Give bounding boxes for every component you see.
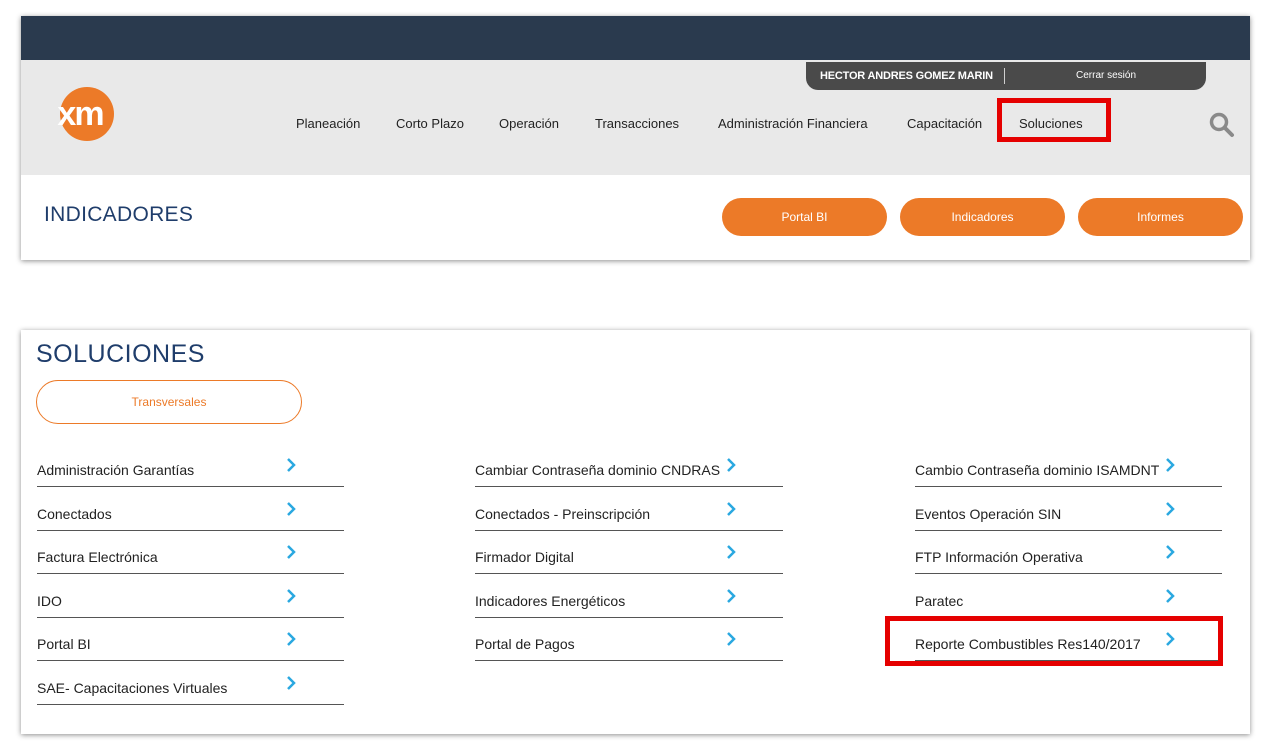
chevron-right-icon xyxy=(287,676,296,690)
user-name: HECTOR ANDRES GOMEZ MARIN xyxy=(820,70,993,82)
nav-operacion[interactable]: Operación xyxy=(499,116,559,131)
xm-logo[interactable]: xm xyxy=(43,87,117,141)
logo-text: xm xyxy=(57,95,103,133)
list-item-label: SAE- Capacitaciones Virtuales xyxy=(37,680,228,696)
list-item[interactable]: IDO xyxy=(37,588,344,618)
transversales-filter-button[interactable]: Transversales xyxy=(36,380,302,424)
list-item[interactable]: Administración Garantías xyxy=(37,457,344,487)
list-item-label: Conectados xyxy=(37,506,112,522)
search-icon[interactable] xyxy=(1208,111,1236,139)
chevron-right-icon xyxy=(727,589,736,603)
chevron-right-icon xyxy=(287,458,296,472)
chevron-right-icon xyxy=(287,589,296,603)
list-item-label: Cambiar Contraseña dominio CNDRAS xyxy=(475,462,721,478)
chevron-right-icon xyxy=(727,545,736,559)
chevron-right-icon xyxy=(1166,589,1175,603)
chevron-right-icon xyxy=(1166,545,1175,559)
list-item-label: Factura Electrónica xyxy=(37,549,158,565)
nav-capacitacion[interactable]: Capacitación xyxy=(907,116,982,131)
indicadores-button[interactable]: Indicadores xyxy=(900,198,1065,236)
chevron-right-icon xyxy=(1166,458,1175,472)
reporte-combustibles-highlight-box xyxy=(885,616,1223,666)
chevron-right-icon xyxy=(727,632,736,646)
list-item-label: Eventos Operación SIN xyxy=(915,506,1062,522)
list-item[interactable]: Conectados - Preinscripción xyxy=(475,501,783,531)
list-item-label: Firmador Digital xyxy=(475,549,574,565)
nav-corto-plazo[interactable]: Corto Plazo xyxy=(396,116,464,131)
section-title: INDICADORES xyxy=(44,203,194,226)
chevron-right-icon xyxy=(287,632,296,646)
list-item[interactable]: Firmador Digital xyxy=(475,544,783,574)
list-item-label: Indicadores Energéticos xyxy=(475,593,626,609)
list-item-label: Conectados - Preinscripción xyxy=(475,506,651,522)
soluciones-title: SOLUCIONES xyxy=(36,340,205,368)
chevron-right-icon xyxy=(1166,502,1175,516)
list-item[interactable]: Eventos Operación SIN xyxy=(915,501,1222,531)
list-item-label: Portal BI xyxy=(37,636,91,652)
soluciones-panel: SOLUCIONES Transversales Administración … xyxy=(21,330,1250,734)
list-item[interactable]: Portal BI xyxy=(37,631,344,661)
list-item-label: Portal de Pagos xyxy=(475,636,575,652)
list-item-label: Cambio Contraseña dominio ISAMDNT xyxy=(915,462,1160,478)
nav-band: xm HECTOR ANDRES GOMEZ MARIN Cerrar sesi… xyxy=(21,60,1250,175)
list-item[interactable]: Cambio Contraseña dominio ISAMDNT xyxy=(915,457,1222,487)
nav-planeacion[interactable]: Planeación xyxy=(296,116,360,131)
chevron-right-icon xyxy=(727,458,736,472)
list-item[interactable]: FTP Información Operativa xyxy=(915,544,1222,574)
list-item[interactable]: Factura Electrónica xyxy=(37,544,344,574)
list-item-label: FTP Información Operativa xyxy=(915,549,1083,565)
site-header-panel: xm HECTOR ANDRES GOMEZ MARIN Cerrar sesi… xyxy=(21,16,1250,260)
chevron-right-icon xyxy=(287,502,296,516)
list-item[interactable]: Portal de Pagos xyxy=(475,631,783,661)
user-bar-divider xyxy=(1004,68,1005,84)
list-item[interactable]: Indicadores Energéticos xyxy=(475,588,783,618)
list-item-label: IDO xyxy=(37,593,62,609)
list-item[interactable]: Conectados xyxy=(37,501,344,531)
soluciones-highlight-box xyxy=(997,98,1111,142)
list-item[interactable]: Paratec xyxy=(915,588,1222,618)
nav-transacciones[interactable]: Transacciones xyxy=(595,116,679,131)
top-bar xyxy=(21,16,1250,60)
list-item[interactable]: Cambiar Contraseña dominio CNDRAS xyxy=(475,457,783,487)
nav-administracion-financiera[interactable]: Administración Financiera xyxy=(718,116,868,131)
chevron-right-icon xyxy=(727,502,736,516)
logout-link[interactable]: Cerrar sesión xyxy=(1076,70,1136,81)
list-item-label: Paratec xyxy=(915,593,964,609)
user-bar: HECTOR ANDRES GOMEZ MARIN Cerrar sesión xyxy=(806,62,1206,90)
list-item[interactable]: SAE- Capacitaciones Virtuales xyxy=(37,675,344,705)
portal-bi-button[interactable]: Portal BI xyxy=(722,198,887,236)
informes-button[interactable]: Informes xyxy=(1078,198,1243,236)
list-item-label: Administración Garantías xyxy=(37,462,195,478)
chevron-right-icon xyxy=(287,545,296,559)
